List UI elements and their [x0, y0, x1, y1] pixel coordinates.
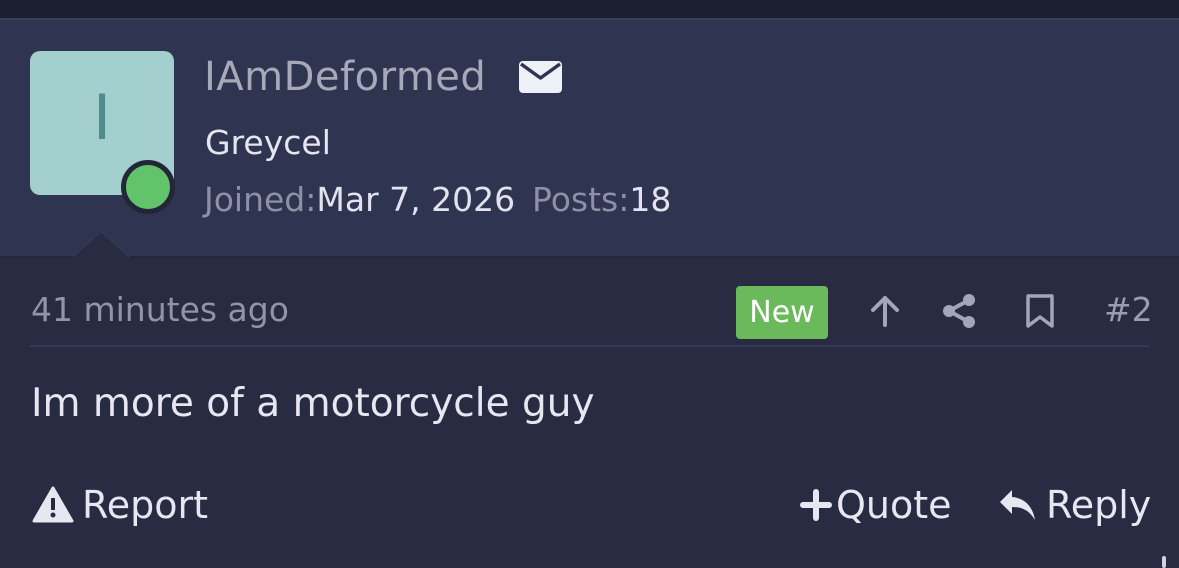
reply-button[interactable]: Reply — [998, 483, 1151, 527]
online-status-indicator — [121, 160, 175, 214]
post-author-header — [0, 18, 1179, 256]
share-icon[interactable] — [941, 293, 977, 329]
header-pointer — [72, 232, 130, 258]
avatar-letter: I — [92, 81, 112, 154]
joined-info: Joined:Mar 7, 2026 — [204, 180, 515, 219]
posts-label: Posts: — [532, 180, 630, 219]
envelope-icon[interactable] — [519, 61, 562, 93]
joined-date: Mar 7, 2026 — [316, 180, 516, 219]
report-button[interactable]: Report — [32, 483, 208, 527]
reply-label: Reply — [1046, 483, 1152, 527]
scrollbar[interactable] — [1162, 556, 1166, 568]
header-divider — [0, 256, 1179, 258]
user-rank: Greycel — [205, 123, 331, 162]
new-badge: New — [736, 286, 828, 339]
warning-icon — [32, 486, 74, 523]
report-label: Report — [82, 483, 208, 527]
posts-info: Posts:18 — [532, 180, 671, 219]
post-number-link[interactable]: #2 — [1104, 290, 1153, 329]
username-link[interactable]: IAmDeformed — [204, 54, 486, 100]
joined-label: Joined: — [204, 180, 317, 219]
post-divider — [30, 345, 1149, 347]
upvote-arrow-icon[interactable] — [868, 294, 902, 328]
top-bar — [0, 0, 1179, 18]
bookmark-icon[interactable] — [1025, 293, 1055, 329]
post-body: Im more of a motorcycle guy — [31, 381, 595, 426]
quote-label: Quote — [836, 483, 952, 527]
reply-icon — [1000, 490, 1035, 520]
plus-icon — [800, 489, 832, 521]
post-timestamp[interactable]: 41 minutes ago — [31, 290, 289, 329]
quote-button[interactable]: Quote — [800, 483, 952, 527]
posts-count: 18 — [629, 180, 672, 219]
